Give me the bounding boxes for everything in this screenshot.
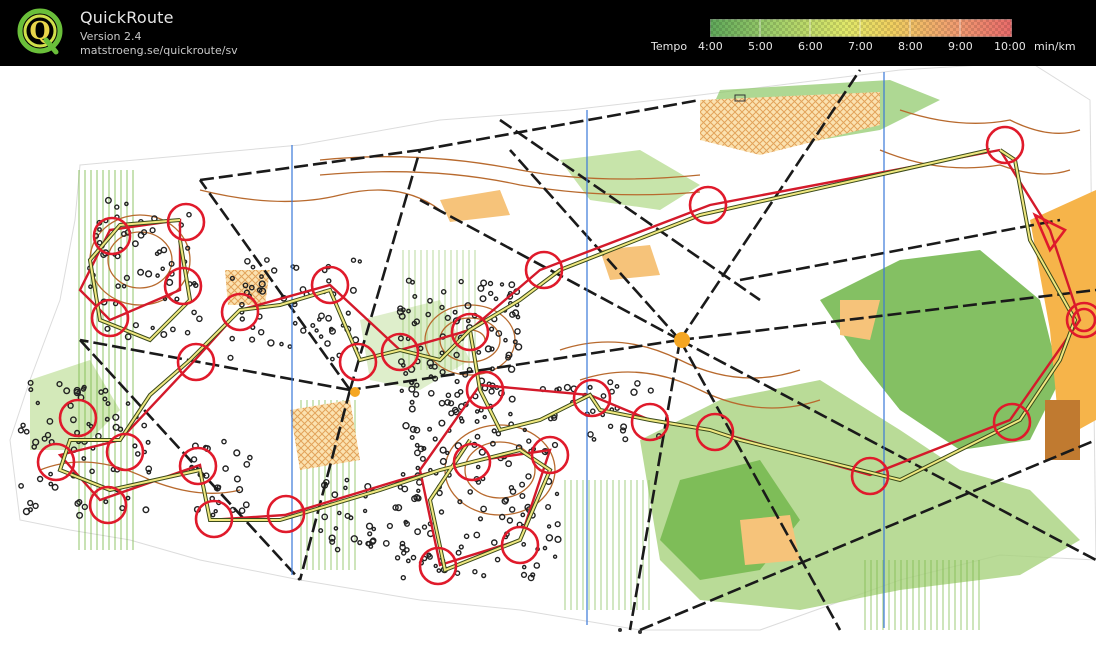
- tempo-tick: 6:00: [798, 40, 823, 53]
- junction-dot: [674, 332, 690, 348]
- junction-dot: [350, 387, 360, 397]
- app-url: matstroeng.se/quickroute/sv: [80, 44, 238, 57]
- app-header: Q QuickRoute Version 2.4 matstroeng.se/q…: [0, 0, 1096, 66]
- app-title: QuickRoute: [80, 8, 174, 27]
- tempo-unit: min/km: [1034, 40, 1076, 53]
- tempo-tick: 4:00: [698, 40, 723, 53]
- tempo-label: Tempo: [651, 40, 688, 53]
- quickroute-logo-icon: Q: [17, 8, 63, 55]
- tempo-gradient-bar: [710, 19, 1012, 37]
- app-version: Version 2.4: [80, 30, 142, 43]
- tempo-tick: 9:00: [948, 40, 973, 53]
- orienteering-map[interactable]: [0, 66, 1096, 646]
- tempo-tick: 10:00: [994, 40, 1026, 53]
- tempo-tick: 8:00: [898, 40, 923, 53]
- tempo-tick: 7:00: [848, 40, 873, 53]
- tempo-tick: 5:00: [748, 40, 773, 53]
